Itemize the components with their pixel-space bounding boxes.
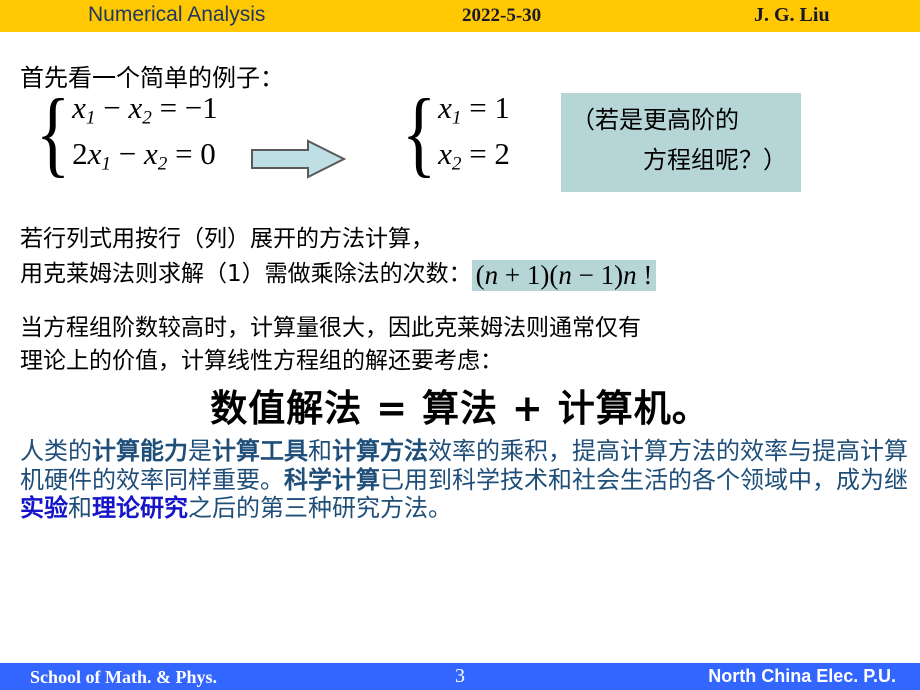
right-block-arrow-icon [250, 138, 347, 180]
callout-line-1: （若是更高阶的 [571, 106, 739, 134]
left-brace-icon: { [401, 79, 437, 187]
blue-seg-6-computing-methods: 计算方法 [332, 437, 428, 465]
blue-seg-5: 和 [308, 437, 332, 465]
equation-row: 2x1 − x2 = 0 [72, 135, 216, 174]
blue-seg-8-scientific-computing: 科学计算 [284, 465, 380, 494]
slide-footer-bar: School of Math. & Phys. 3 North China El… [0, 663, 920, 690]
equation-row: x1 = 1 [438, 90, 510, 129]
blue-seg-9: 已用到科学技术和社会生活的各个领域中，成为继 [380, 465, 908, 494]
callout-line-2: 方程组呢？） [643, 146, 787, 175]
blue-seg-10-experiment: 实验 [20, 494, 68, 523]
high-order-explanation-line-1: 当方程组阶数较高时，计算量很大，因此克莱姆法则通常仅有 [20, 315, 641, 341]
equation-row: x1 − x2 = −1 [72, 90, 218, 129]
determinant-method-text: 若行列式用按行（列）展开的方法计算， [20, 226, 434, 252]
blue-seg-4-computing-tools: 计算工具 [212, 437, 308, 465]
slide-author: J. G. Liu [754, 4, 830, 26]
equation-rows-right: x1 = 1 x2 = 2 [438, 92, 510, 173]
callout-question-box: （若是更高阶的 方程组呢？） [561, 93, 801, 192]
slide-course-title: Numerical Analysis [88, 3, 266, 26]
cramer-text-prefix: 用克莱姆法则求解（1）需做乘除法的次数： [20, 261, 472, 287]
computing-power-paragraph: 人类的计算能力是计算工具和计算方法效率的乘积，提高计算方法的效率与提高计算机硬件… [20, 437, 908, 523]
blue-seg-1: 人类的 [20, 437, 92, 465]
numerical-method-headline: 数值解法 = 算法 + 计算机。 [210, 387, 710, 430]
blue-seg-13: 之后的第三种研究方法。 [188, 494, 452, 523]
equation-row: x2 = 2 [438, 135, 510, 174]
left-brace-icon: { [35, 79, 71, 187]
footer-university-name: North China Elec. P.U. [708, 666, 896, 686]
equation-rows-left: x1 − x2 = −1 2x1 − x2 = 0 [72, 92, 218, 173]
slide-date: 2022-5-30 [462, 5, 542, 26]
blue-seg-3: 是 [188, 437, 212, 465]
blue-seg-11: 和 [68, 494, 92, 523]
cramer-multiplication-count-line: 用克莱姆法则求解（1）需做乘除法的次数： (n + 1)(n − 1)n ! [20, 254, 657, 292]
equation-system-left: { x1 − x2 = −1 2x1 − x2 = 0 [30, 79, 218, 187]
multiplication-count-formula: (n + 1)(n − 1)n ! [471, 260, 657, 292]
high-order-explanation-line-2: 理论上的价值，计算线性方程组的解还要考虑： [20, 348, 503, 374]
equation-system-right: { x1 = 1 x2 = 2 [396, 79, 510, 187]
blue-seg-2-computing-ability: 计算能力 [92, 437, 188, 465]
blue-seg-12-theoretical-research: 理论研究 [92, 494, 188, 523]
